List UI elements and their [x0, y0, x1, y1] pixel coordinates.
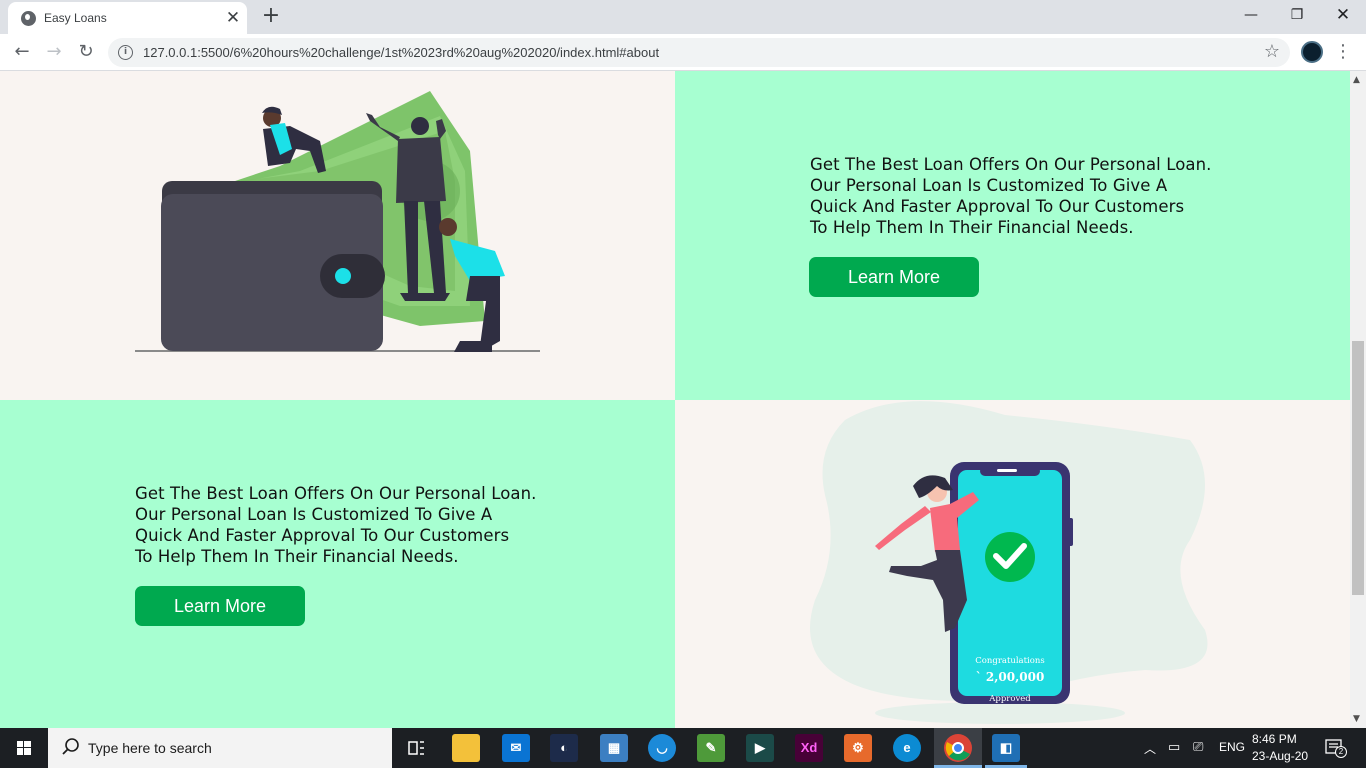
- loan-line: Quick And Faster Approval To Our Custome…: [810, 197, 1185, 216]
- language-indicator[interactable]: ENG: [1219, 740, 1245, 754]
- url-text[interactable]: 127.0.0.1:5500/6%20hours%20challenge/1st…: [143, 45, 659, 60]
- loan-line: Get The Best Loan Offers On Our Personal…: [135, 484, 537, 503]
- loan-description-1: Get The Best Loan Offers On Our Personal…: [810, 154, 1212, 238]
- loan-offer-panel-2: Get The Best Loan Offers On Our Personal…: [0, 400, 675, 728]
- bookmark-star-icon[interactable]: ☆: [1264, 41, 1280, 62]
- page-scrollbar[interactable]: ▲ ▼: [1350, 71, 1366, 728]
- loan-line: Get The Best Loan Offers On Our Personal…: [810, 155, 1212, 174]
- loan-line: Our Personal Loan Is Customized To Give …: [135, 505, 493, 524]
- dashboard-app-icon[interactable]: ⚙: [844, 734, 872, 762]
- taskbar-search-box[interactable]: Type here to search: [48, 728, 392, 768]
- browser-menu-icon[interactable]: ⋮: [1333, 40, 1353, 64]
- address-bar[interactable]: i 127.0.0.1:5500/6%20hours%20challenge/1…: [108, 38, 1290, 67]
- tab-close-icon[interactable]: ✕: [223, 8, 243, 28]
- tab-strip: Easy Loans ✕ + — ❐ ✕: [0, 0, 1366, 34]
- globe-icon: [21, 11, 36, 26]
- browser-tab-easy-loans[interactable]: Easy Loans ✕: [8, 2, 247, 34]
- chrome-icon[interactable]: [944, 734, 972, 762]
- loan-offer-panel-1: Get The Best Loan Offers On Our Personal…: [675, 71, 1350, 400]
- loan-line: Quick And Faster Approval To Our Custome…: [135, 526, 510, 545]
- mail-icon[interactable]: ✉: [502, 734, 530, 762]
- minimize-button[interactable]: —: [1228, 2, 1274, 30]
- new-tab-button[interactable]: +: [259, 4, 283, 28]
- start-button[interactable]: [0, 728, 48, 768]
- back-button[interactable]: ←: [9, 39, 35, 65]
- search-placeholder: Type here to search: [88, 740, 212, 756]
- notes-app-icon[interactable]: ✎: [697, 734, 725, 762]
- search-icon: [62, 738, 79, 755]
- page-viewport: Get The Best Loan Offers On Our Personal…: [0, 71, 1350, 728]
- windows-logo-icon: [17, 741, 31, 755]
- wallet-money-illustration: [135, 91, 540, 352]
- scroll-down-icon[interactable]: ▼: [1353, 714, 1360, 724]
- congratulations-text: Congratulations: [975, 656, 1045, 666]
- calculator-icon[interactable]: ▦: [600, 734, 628, 762]
- network-icon[interactable]: ⎚: [1193, 739, 1203, 779]
- restore-button[interactable]: ❐: [1274, 2, 1320, 30]
- file-explorer-icon[interactable]: [452, 734, 480, 762]
- taskbar-clock-date[interactable]: 23-Aug-20: [1252, 749, 1308, 763]
- show-hidden-icons-chevron-icon[interactable]: ︿: [1144, 740, 1156, 780]
- edge-icon[interactable]: e: [893, 734, 921, 762]
- tab-title: Easy Loans: [44, 11, 107, 25]
- adobe-xd-icon[interactable]: Xd: [795, 734, 823, 762]
- approved-amount: ` 2,00,000: [975, 670, 1045, 684]
- learn-more-button[interactable]: Learn More: [135, 586, 305, 626]
- scrollbar-thumb[interactable]: [1352, 341, 1364, 595]
- learn-more-button[interactable]: Learn More: [809, 257, 979, 297]
- browser-toolbar: ← → ↻ i 127.0.0.1:5500/6%20hours%20chall…: [0, 34, 1366, 71]
- taskbar-clock-time[interactable]: 8:46 PM: [1252, 732, 1297, 746]
- terminal-app-icon[interactable]: ▶: [746, 734, 774, 762]
- loan-approved-illustration-panel: Congratulations ` 2,00,000 Approved: [675, 400, 1350, 728]
- loan-line: Our Personal Loan Is Customized To Give …: [810, 176, 1168, 195]
- reload-button[interactable]: ↻: [73, 39, 99, 65]
- close-window-button[interactable]: ✕: [1320, 2, 1366, 30]
- forward-button[interactable]: →: [41, 39, 67, 65]
- approved-text: Approved: [989, 694, 1031, 704]
- site-info-icon[interactable]: i: [118, 45, 133, 60]
- loan-line: To Help Them In Their Financial Needs.: [810, 218, 1134, 237]
- battery-icon[interactable]: ▭: [1168, 739, 1180, 779]
- windows-taskbar: Type here to search ✉ ◐ ▦ ◡ ✎ ▶ Xd ⚙ e ◧…: [0, 728, 1366, 768]
- notification-count-badge: 2: [1335, 746, 1347, 758]
- vscode-icon[interactable]: ◧: [992, 734, 1020, 762]
- scroll-up-icon[interactable]: ▲: [1353, 75, 1360, 85]
- shield-app-icon[interactable]: ◡: [648, 734, 676, 762]
- loan-line: To Help Them In Their Financial Needs.: [135, 547, 459, 566]
- wallet-illustration-panel: [0, 71, 675, 400]
- notification-center-icon[interactable]: 2: [1324, 738, 1347, 758]
- profile-avatar[interactable]: [1301, 41, 1323, 63]
- task-view-icon[interactable]: [402, 734, 430, 762]
- loan-description-2: Get The Best Loan Offers On Our Personal…: [135, 483, 537, 567]
- media-player-icon[interactable]: ◐: [550, 734, 578, 762]
